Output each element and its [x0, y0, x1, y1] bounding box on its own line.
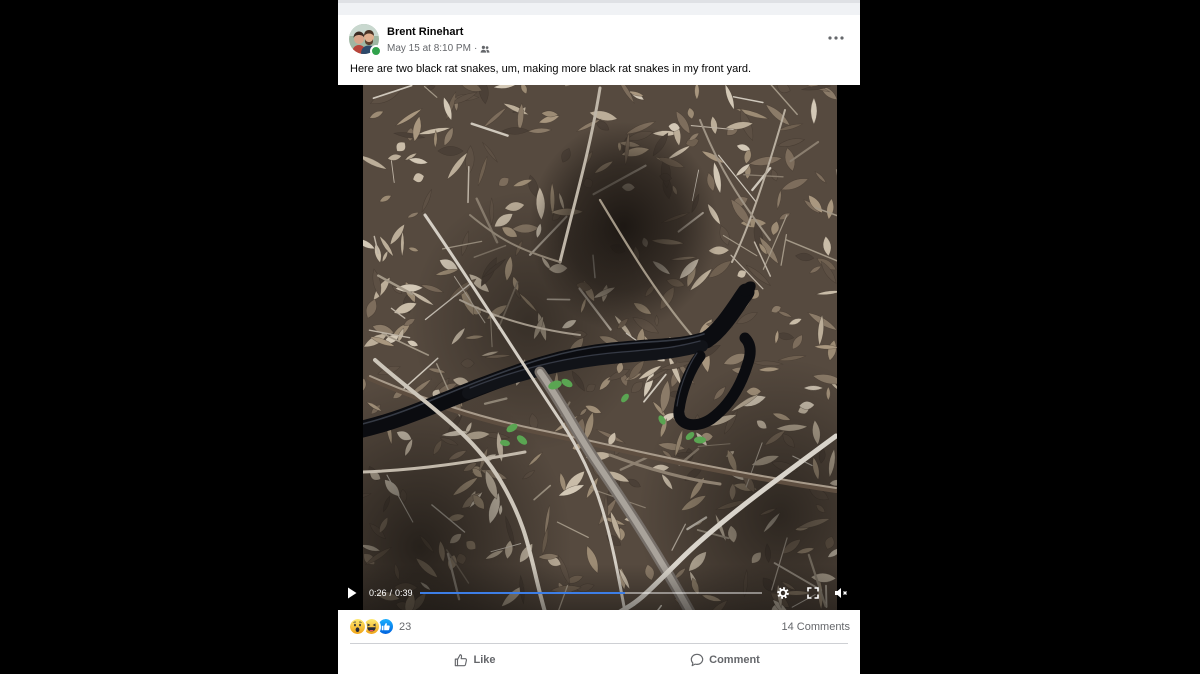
time-separator: /: [389, 588, 393, 598]
comment-count[interactable]: 14 Comments: [782, 620, 850, 634]
more-options-icon[interactable]: [828, 36, 844, 40]
green-leaf: [694, 436, 706, 444]
like-label: Like: [473, 654, 496, 666]
divider: [350, 643, 848, 644]
meta-separator: ·: [473, 43, 478, 54]
comment-icon: [690, 653, 704, 667]
screen: Brent Rinehart May 15 at 8:10 PM · Here …: [0, 0, 1200, 674]
friends-icon[interactable]: [480, 45, 490, 53]
volume-muted-icon[interactable]: [834, 587, 848, 599]
video-frame[interactable]: [363, 85, 837, 610]
like-icon: [454, 653, 468, 667]
like-button[interactable]: Like: [350, 649, 600, 671]
post-text: Here are two black rat snakes, um, makin…: [350, 63, 752, 75]
duration: 0:39: [395, 588, 413, 598]
reaction-icons[interactable]: [349, 618, 395, 636]
current-time: 0:26: [369, 588, 387, 598]
progress-bar[interactable]: [420, 592, 762, 594]
video-time: 0:26/0:39: [369, 587, 413, 599]
post-card: Brent Rinehart May 15 at 8:10 PM · Here …: [338, 15, 860, 674]
progress-fill: [420, 592, 626, 594]
settings-gear-icon[interactable]: [776, 586, 790, 600]
author-name[interactable]: Brent Rinehart: [387, 25, 463, 39]
reaction-count[interactable]: 23: [399, 620, 411, 634]
wow-reaction-icon: [349, 618, 367, 636]
play-icon[interactable]: [347, 587, 357, 599]
fullscreen-icon[interactable]: [807, 587, 819, 599]
comment-button[interactable]: Comment: [600, 649, 850, 671]
post-meta: May 15 at 8:10 PM ·: [387, 42, 490, 56]
online-status-dot: [370, 45, 382, 57]
feed-top-strip: [338, 0, 860, 15]
video-player[interactable]: 0:26/0:39: [338, 85, 860, 610]
post-timestamp[interactable]: May 15 at 8:10 PM: [387, 42, 471, 56]
comment-label: Comment: [709, 654, 760, 666]
